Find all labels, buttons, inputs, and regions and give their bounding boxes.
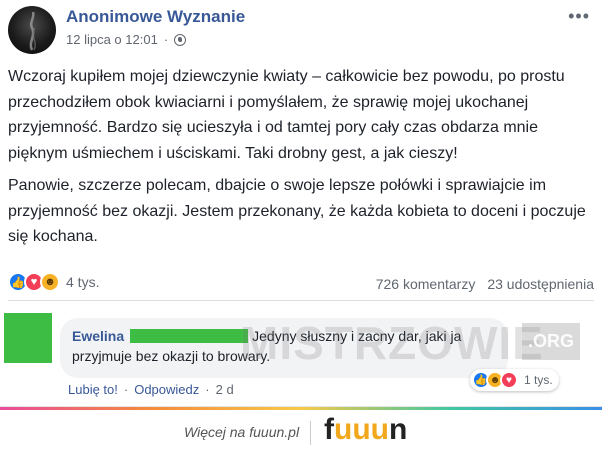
divider bbox=[8, 300, 594, 301]
footer-divider bbox=[310, 421, 311, 445]
page-name-link[interactable]: Anonimowe Wyznanie bbox=[66, 7, 245, 27]
logo-u: uuu bbox=[334, 413, 389, 446]
post-meta: 12 lipca o 12:01 · bbox=[66, 32, 187, 47]
globe-icon bbox=[174, 33, 187, 46]
comment-time[interactable]: 2 d bbox=[216, 382, 234, 397]
comment-reactions[interactable]: 👍 ☻ ♥ 1 tys. bbox=[470, 369, 559, 391]
action-separator: · bbox=[123, 382, 129, 397]
smoke-image bbox=[29, 11, 36, 51]
meta-separator: · bbox=[163, 32, 169, 47]
reply-button[interactable]: Odpowiedz bbox=[134, 382, 199, 397]
post-reactions[interactable]: 👍 ♥ ☻ 4 tys. bbox=[8, 272, 99, 292]
comments-count-link[interactable]: 726 komentarzy bbox=[376, 276, 476, 292]
footer-banner: Więcej na fuuun.pl fuuun bbox=[0, 406, 602, 450]
watermark-suffix: .ORG bbox=[522, 323, 581, 360]
facebook-post: Anonimowe Wyznanie 12 lipca o 12:01 · ••… bbox=[0, 0, 602, 406]
love-reaction-icon: ♥ bbox=[500, 371, 518, 389]
comment-reaction-count: 1 tys. bbox=[524, 373, 553, 387]
like-comment-button[interactable]: Lubię to! bbox=[68, 382, 118, 397]
post-paragraph: Panowie, szczerze polecam, dbajcie o swo… bbox=[8, 177, 586, 245]
footer-gradient-line bbox=[0, 407, 602, 410]
footer-link-text[interactable]: Więcej na fuuun.pl bbox=[184, 424, 299, 440]
post-stats: 726 komentarzy 23 udostępnienia bbox=[376, 276, 594, 292]
shares-count-link[interactable]: 23 udostępnienia bbox=[487, 276, 594, 292]
logo-prefix: f bbox=[324, 413, 334, 446]
more-icon[interactable]: ••• bbox=[568, 6, 590, 27]
action-separator: · bbox=[205, 382, 210, 397]
page-avatar[interactable] bbox=[8, 6, 56, 54]
redaction-bar bbox=[130, 329, 249, 343]
fuuun-logo[interactable]: fuuun bbox=[324, 413, 407, 447]
watermark: MISTRZOWIE bbox=[240, 317, 544, 369]
reaction-count: 4 tys. bbox=[66, 274, 100, 290]
post-date[interactable]: 12 lipca o 12:01 bbox=[66, 32, 158, 47]
comment-author-link[interactable]: Ewelina bbox=[72, 328, 124, 344]
post-text: Wczoraj kupiłem mojej dziewczynie kwiaty… bbox=[8, 64, 588, 250]
comment-avatar-redacted bbox=[4, 313, 52, 363]
logo-suffix: n bbox=[388, 413, 408, 446]
haha-reaction-icon: ☻ bbox=[40, 272, 60, 292]
post-paragraph: Wczoraj kupiłem mojej dziewczynie kwiaty… bbox=[8, 68, 565, 162]
comment-actions: Lubię to! · Odpowiedz · 2 d bbox=[68, 382, 234, 397]
